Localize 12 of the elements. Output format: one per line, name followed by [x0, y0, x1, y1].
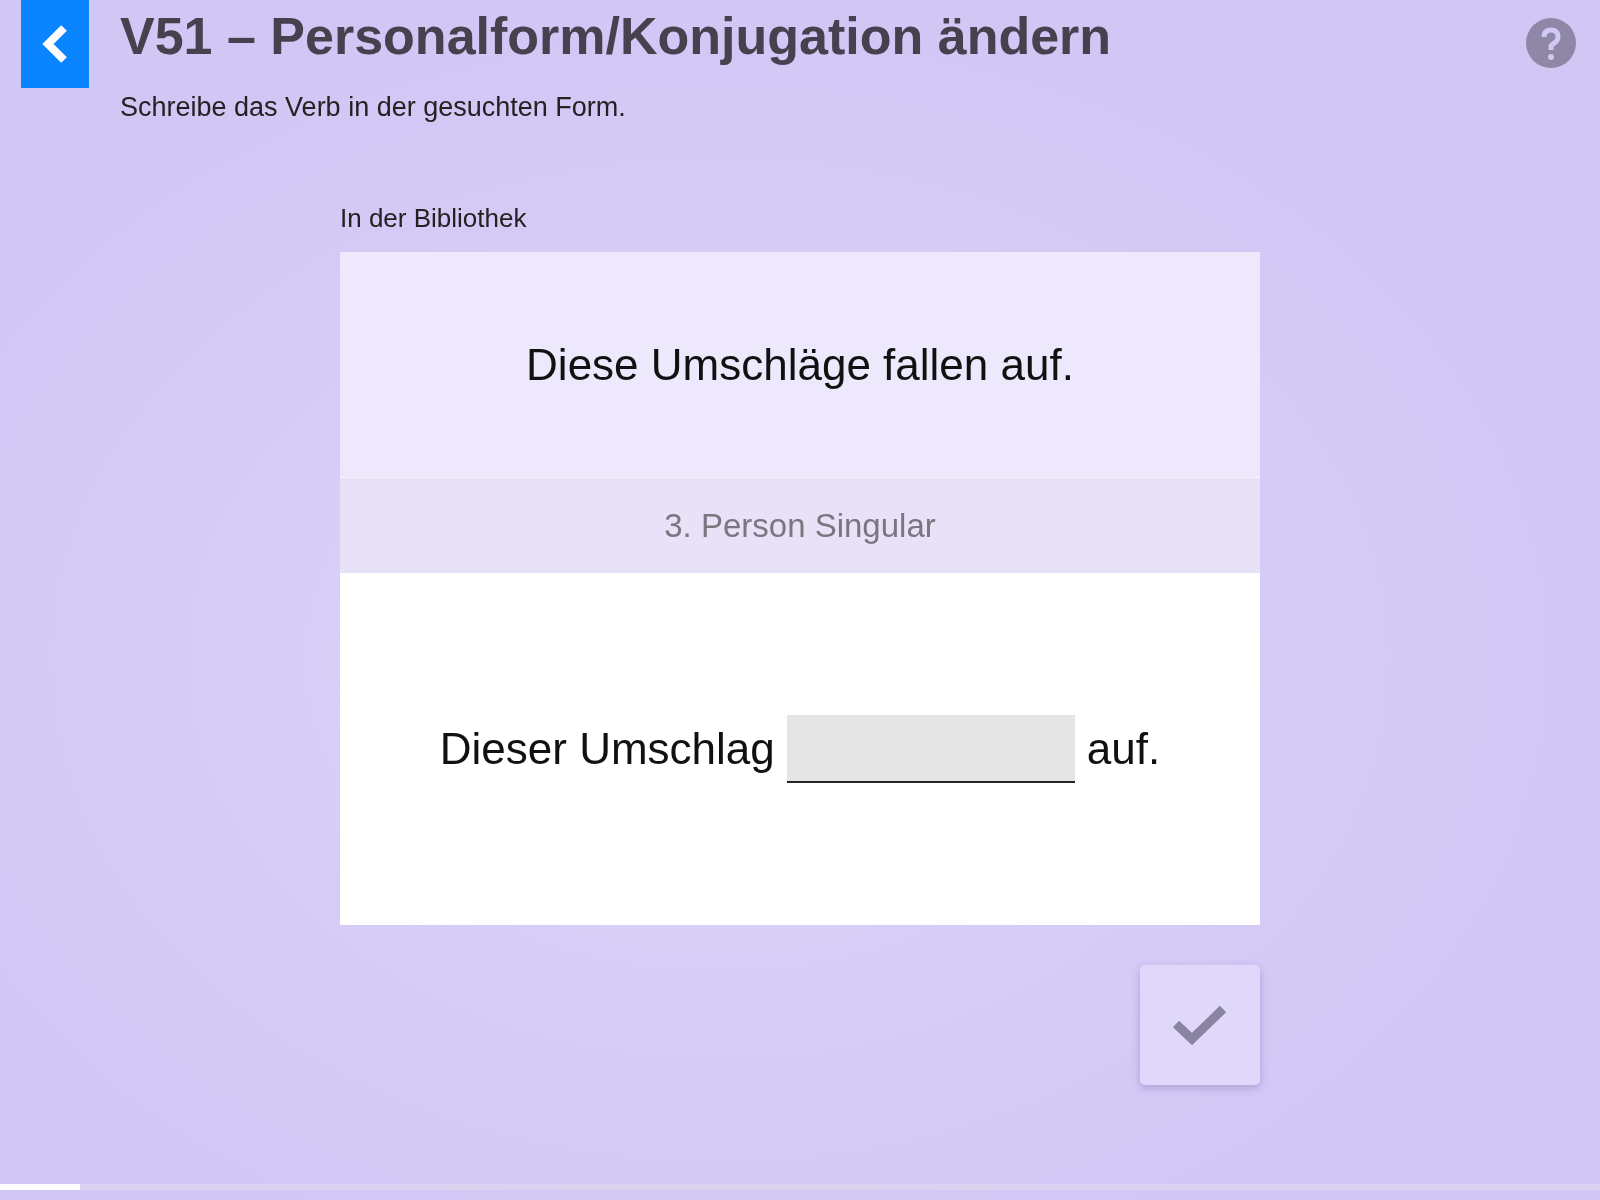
instruction-text: Schreibe das Verb in der gesuchten Form. — [120, 92, 627, 123]
sentence-start: Dieser Umschlag — [439, 724, 775, 774]
context-label: In der Bibliothek — [340, 203, 528, 234]
source-sentence: Diese Umschläge fallen auf. — [526, 339, 1074, 390]
checkmark-icon — [1172, 1004, 1228, 1046]
answer-field[interactable] — [786, 715, 1075, 783]
back-button[interactable] — [21, 0, 89, 88]
check-button[interactable] — [1140, 965, 1260, 1085]
chevron-left-icon — [42, 24, 68, 64]
sentence-end: auf. — [1086, 724, 1161, 774]
target-form-label: 3. Person Singular — [664, 506, 936, 545]
help-icon[interactable] — [1526, 18, 1576, 68]
